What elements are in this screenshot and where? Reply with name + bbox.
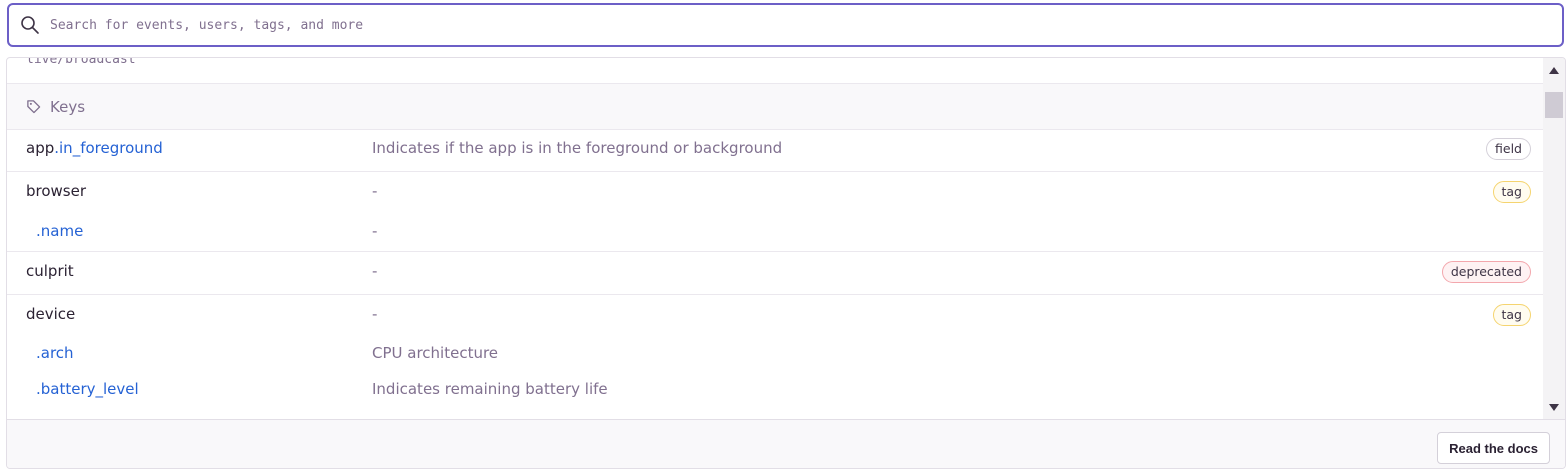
key-description: - [372, 182, 378, 200]
key-name: browser [26, 182, 87, 200]
scroll-down-arrow-icon[interactable] [1543, 399, 1565, 415]
section-header-keys: Keys [7, 83, 1544, 130]
deprecated-badge: deprecated [1441, 261, 1531, 283]
tag-badge: tag [1492, 304, 1531, 326]
key-description: - [372, 222, 378, 240]
key-description: - [372, 262, 378, 280]
key-description: - [372, 305, 378, 323]
search-bar[interactable] [7, 3, 1564, 47]
list-item[interactable]: device - tag [7, 304, 1544, 326]
scrollbar[interactable] [1543, 58, 1565, 419]
divider [7, 294, 1544, 295]
key-description: Indicates if the app is in the foregroun… [372, 139, 783, 157]
divider [7, 251, 1544, 252]
key-name: culprit [26, 262, 74, 280]
key-child-name: .name [36, 222, 84, 240]
scroll-up-arrow-icon[interactable] [1543, 62, 1565, 78]
list-item[interactable]: .battery_level Indicates remaining batte… [7, 380, 1544, 400]
list-item[interactable]: .name - [7, 222, 1544, 242]
search-input[interactable] [48, 4, 1562, 46]
key-child-name: .battery_level [36, 380, 139, 398]
tag-icon [26, 99, 42, 115]
dropdown-footer: Read the docs [7, 419, 1565, 468]
suggestion-list: live/broadcast Keys app.in_foreground In… [7, 58, 1544, 419]
key-name: device [26, 305, 76, 323]
list-item[interactable]: culprit - deprecated [7, 261, 1544, 283]
key-child-name: .arch [36, 344, 74, 362]
read-docs-button[interactable]: Read the docs [1437, 432, 1550, 464]
search-icon [18, 13, 42, 37]
divider [7, 171, 1544, 172]
key-name: app.in_foreground [26, 139, 163, 157]
list-item[interactable]: browser - tag [7, 181, 1544, 203]
scrollbar-thumb[interactable] [1545, 92, 1563, 118]
list-item[interactable]: .arch CPU architecture [7, 344, 1544, 364]
list-item[interactable]: app.in_foreground Indicates if the app i… [7, 138, 1544, 160]
search-dropdown: live/broadcast Keys app.in_foreground In… [6, 57, 1566, 469]
tag-badge: tag [1492, 181, 1531, 203]
list-item[interactable]: live/broadcast [26, 58, 136, 67]
key-description: CPU architecture [372, 344, 499, 362]
key-description: Indicates remaining battery life [372, 380, 608, 398]
field-badge: field [1486, 138, 1531, 160]
section-label: Keys [50, 97, 86, 116]
